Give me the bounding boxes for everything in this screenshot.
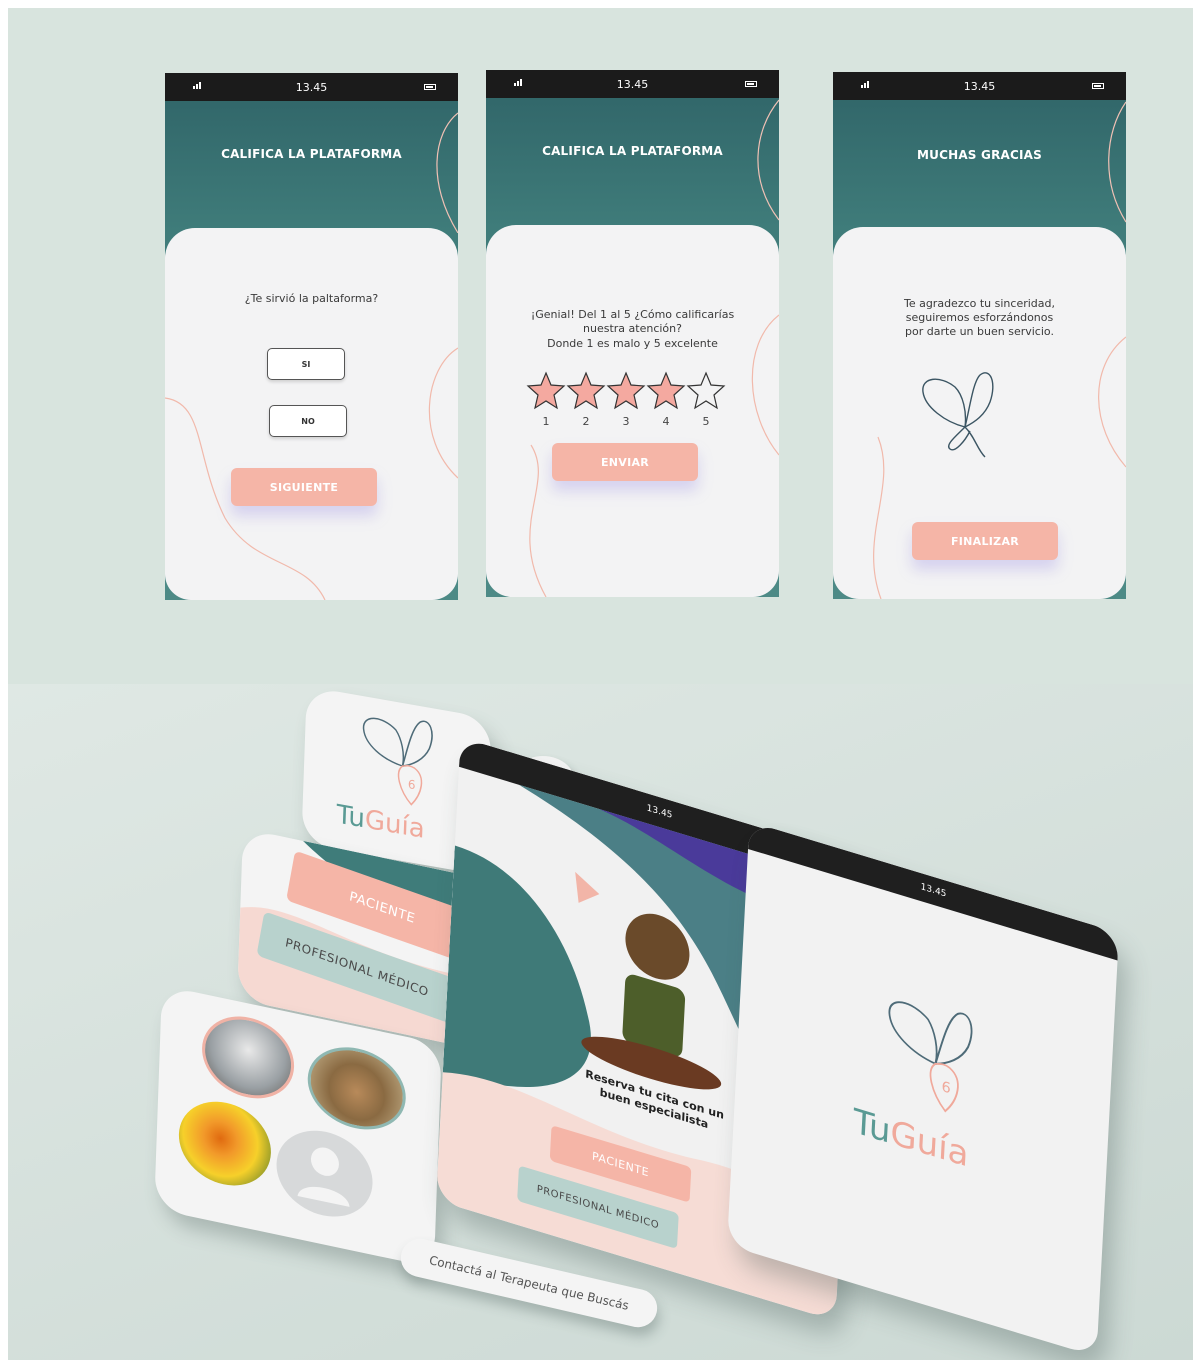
status-time: 13.45 [295, 80, 328, 94]
status-time: 13.45 [963, 79, 996, 93]
tagline: Reserva tu cita con un buen especialista [564, 1061, 745, 1143]
thanks-message-line1: Te agradezco tu sinceridad, [903, 297, 1056, 310]
screen-title: CALIFICA LA PLATAFORMA [221, 147, 402, 161]
question-text: ¿Te sirvió la paltaforma? [244, 292, 379, 305]
signal-icon [193, 82, 201, 89]
rating-card: ¡Genial! Del 1 al 5 ¿Cómo calificarías n… [486, 225, 779, 597]
default-user-avatar[interactable] [275, 1121, 374, 1226]
status-bar: 13.45 [748, 821, 1119, 961]
status-bar: 13.45 [165, 73, 458, 101]
wolf-avatar[interactable] [200, 1007, 296, 1107]
star-icon[interactable] [606, 371, 646, 410]
yes-button[interactable]: SI [267, 348, 345, 380]
question-card: ¿Te sirvió la paltaforma? SI NO SIGUIENT… [165, 228, 458, 600]
svg-text:6: 6 [941, 1078, 951, 1097]
no-button[interactable]: NO [269, 405, 347, 437]
deer-avatar[interactable] [306, 1038, 408, 1139]
svg-text:6: 6 [408, 777, 416, 792]
star-number: 5 [702, 415, 710, 428]
star-number: 1 [542, 415, 550, 428]
star-icon[interactable] [686, 371, 726, 410]
battery-icon [1092, 83, 1104, 89]
screen-title: CALIFICA LA PLATAFORMA [542, 144, 723, 158]
signal-icon [514, 79, 522, 86]
user-icon [297, 1147, 350, 1207]
finish-button[interactable]: FINALIZAR [912, 522, 1058, 560]
status-time: 13.45 [920, 882, 947, 900]
status-time: 13.45 [646, 803, 673, 821]
butterfly-avatar[interactable] [177, 1093, 273, 1195]
star-number: 4 [662, 415, 670, 428]
rating-question-line1: ¡Genial! Del 1 al 5 ¿Cómo calificarías [530, 308, 735, 321]
thanks-card: Te agradezco tu sinceridad, seguiremos e… [833, 227, 1126, 599]
star-icon[interactable] [566, 371, 606, 410]
star-number-labels: 1 2 3 4 5 [526, 415, 726, 428]
rating-flow-section: 13.45 CALIFICA LA PLATAFORMA ¿Te sirvió … [8, 8, 1193, 684]
battery-icon [745, 81, 757, 87]
logo-tu: Tu [335, 799, 366, 835]
status-bar: 13.45 [486, 70, 779, 98]
rating-question-line3: Donde 1 es malo y 5 excelente [547, 337, 718, 350]
battery-icon [424, 84, 436, 90]
thanks-screen: 13.45 MUCHAS GRACIAS Te agradezco tu sin… [833, 72, 1126, 599]
app-mockup-section: 6 TuGuía PACIENTE PROFESIONAL MÉDICO 13.… [8, 684, 1193, 1360]
thanks-message-line3: por darte un buen servicio. [905, 325, 1054, 338]
butterfly-logo-icon: 6 [888, 1001, 973, 1113]
signal-icon [861, 81, 869, 88]
rating-screen-stars: 13.45 CALIFICA LA PLATAFORMA ¡Genial! De… [486, 70, 779, 597]
star-rating[interactable] [526, 370, 726, 410]
next-button[interactable]: SIGUIENTE [231, 468, 377, 506]
thanks-message-line2: seguiremos esforzándonos [905, 311, 1054, 324]
status-bar: 13.45 [833, 72, 1126, 100]
screen-title: MUCHAS GRACIAS [916, 148, 1043, 162]
star-number: 3 [622, 415, 630, 428]
rating-screen-question: 13.45 CALIFICA LA PLATAFORMA ¿Te sirvió … [165, 73, 458, 600]
butterfly-icon [922, 372, 994, 458]
status-time: 13.45 [616, 77, 649, 91]
butterfly-logo-icon: 6 [362, 717, 433, 806]
star-number: 2 [582, 415, 590, 428]
logo-tu: Tu [852, 1101, 892, 1152]
decorative-curve [529, 314, 779, 597]
star-icon[interactable] [646, 371, 686, 410]
send-button[interactable]: ENVIAR [552, 443, 698, 481]
star-icon[interactable] [526, 371, 566, 410]
rating-question-line2: nuestra atención? [583, 322, 682, 335]
